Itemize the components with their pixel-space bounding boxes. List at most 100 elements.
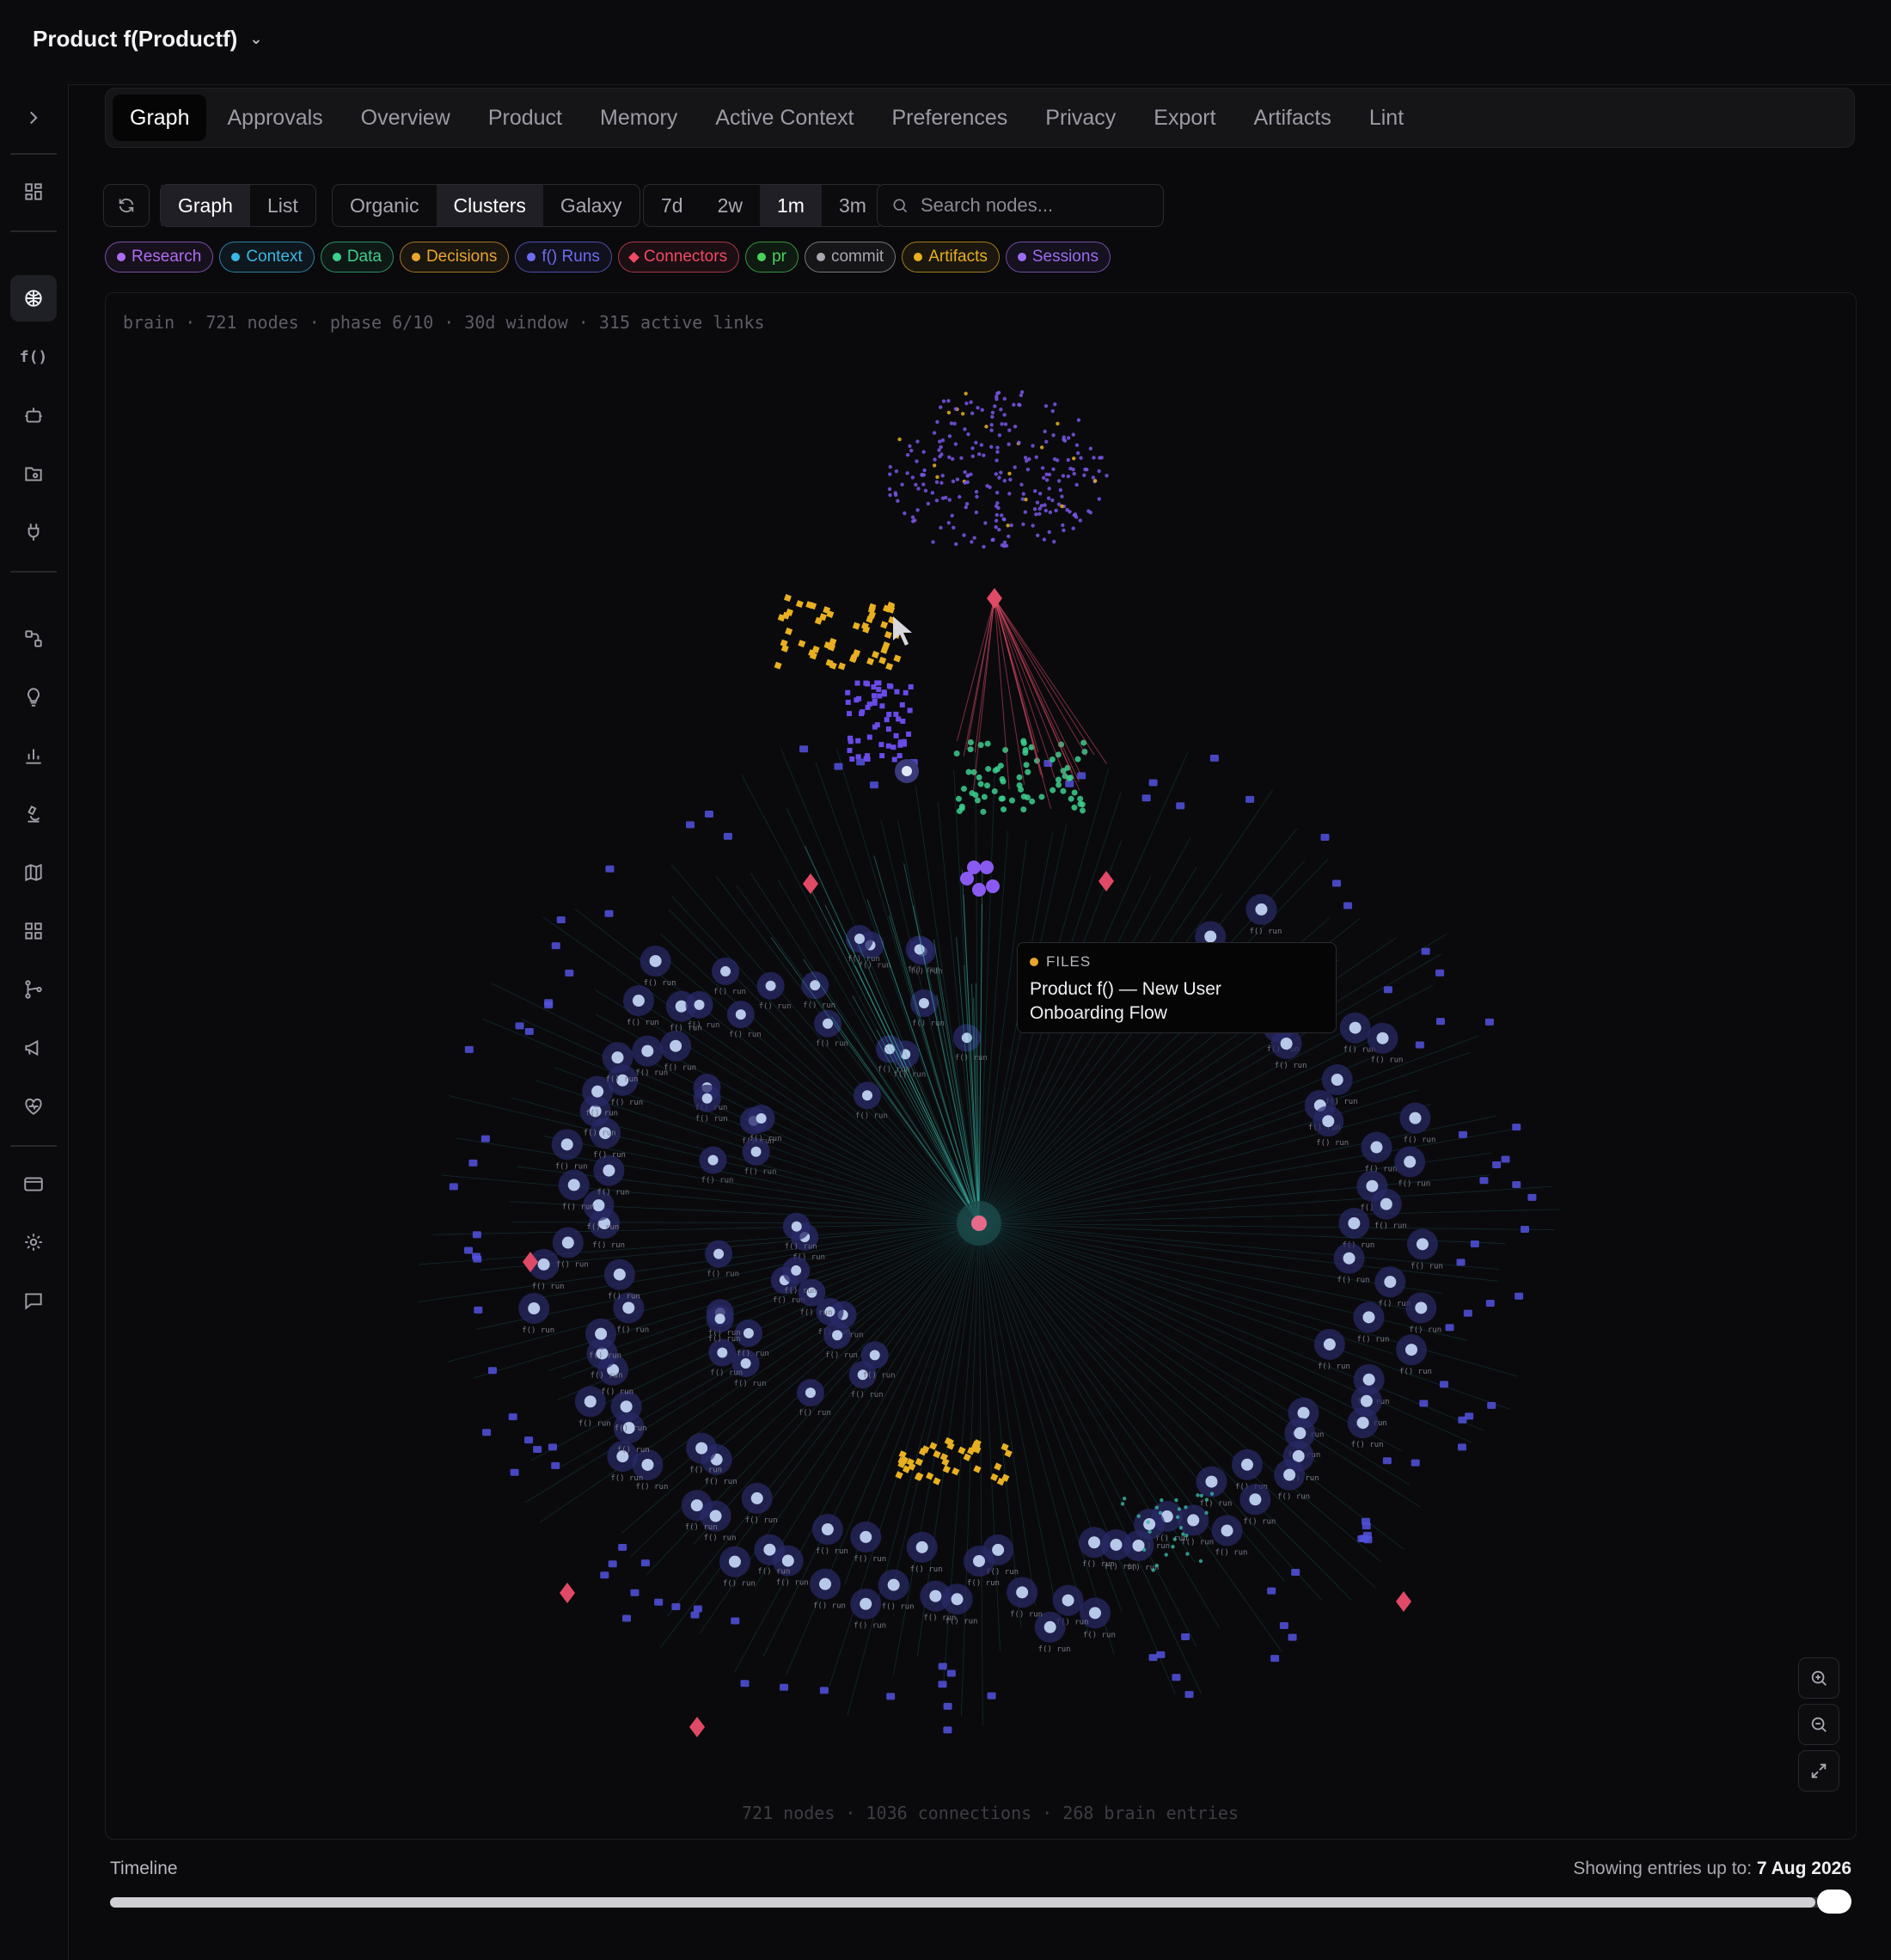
research-node [877,693,883,699]
timeline-track[interactable] [110,1897,1833,1908]
data-node [1023,762,1030,769]
outer-node [1484,1018,1494,1026]
research-point [1056,479,1062,483]
tooltip-title-line1: Product f() — New User [1030,979,1221,999]
run-node [1331,1074,1343,1087]
folder-icon[interactable] [10,450,57,497]
context-node [1147,1529,1152,1534]
outer-node [946,1669,956,1677]
run-node-label: f() run [863,1371,896,1380]
function-icon[interactable]: f() [10,334,57,380]
bot-icon[interactable] [10,392,57,438]
megaphone-icon[interactable] [10,1025,57,1071]
git-branch-icon[interactable] [10,966,57,1013]
run-node-label: f() run [627,1019,659,1027]
outer-node [548,1443,557,1451]
run-node [854,934,865,945]
context-node [1158,1510,1163,1516]
tab-privacy[interactable]: Privacy [1028,95,1133,141]
range-1m-button[interactable]: 1m [760,185,822,226]
run-node [649,954,662,967]
credit-card-icon[interactable] [10,1161,57,1207]
research-node [849,756,855,762]
tab-memory[interactable]: Memory [583,95,695,141]
zoom-in-button[interactable] [1798,1657,1839,1699]
tab-graph[interactable]: Graph [113,95,207,141]
tab-lint[interactable]: Lint [1352,95,1421,141]
map-icon[interactable] [10,849,57,896]
plug-icon[interactable] [10,509,57,555]
filter-chip-artifacts[interactable]: Artifacts [902,242,1000,273]
workspace-selector[interactable]: Product f(Productf) ⌄ [33,26,262,52]
context-node [1185,1552,1190,1556]
zoom-out-button[interactable] [1798,1704,1839,1745]
context-node [1154,1563,1159,1568]
view-list-button[interactable]: List [250,185,315,226]
tab-active-context[interactable]: Active Context [698,95,871,141]
filter-chip-context[interactable]: Context [219,242,315,273]
brain-icon[interactable] [10,275,57,322]
message-icon[interactable] [10,1277,57,1324]
data-node [1038,793,1045,800]
graph-canvas[interactable]: f() run f() run f() run f() run f() run f() r… [105,292,1857,1840]
research-point [1034,512,1038,517]
run-node [763,1543,776,1556]
run-node-label: f() run [855,1112,888,1120]
workflow-icon[interactable] [10,616,57,662]
run-node [1297,1406,1310,1419]
research-point [1039,445,1044,450]
tab-overview[interactable]: Overview [344,95,468,141]
research-point [921,482,926,487]
refresh-button[interactable] [103,184,150,227]
research-point [995,445,1000,450]
filter-chip-research[interactable]: Research [105,242,214,273]
chevron-right-icon[interactable] [10,95,57,141]
research-point [935,420,939,425]
research-point [1023,510,1028,514]
filter-chip-commit[interactable]: commit [804,242,897,273]
timeline-thumb[interactable] [1817,1890,1851,1914]
layout-clusters-button[interactable]: Clusters [436,185,543,226]
heart-pulse-icon[interactable] [10,1083,57,1130]
search-input[interactable] [919,193,1154,217]
research-node [865,681,871,687]
range-2w-button[interactable]: 2w [701,185,760,226]
layout-organic-button[interactable]: Organic [333,185,437,226]
run-node [1362,1373,1375,1386]
research-point [909,449,914,453]
apps-icon[interactable] [10,908,57,954]
gear-icon[interactable] [10,1219,57,1265]
tab-export[interactable]: Export [1136,95,1233,141]
filter-chip-sessions[interactable]: Sessions [1005,242,1111,273]
filter-chip-data[interactable]: Data [320,242,394,273]
brain-graph[interactable]: f() run f() run f() run f() run f() run f() r… [106,293,1856,1839]
range-3m-button[interactable]: 3m [822,185,884,226]
connector-edge [956,597,995,742]
layout-galaxy-button[interactable]: Galaxy [543,185,640,226]
data-node [976,774,982,781]
research-point [947,498,952,502]
tab-approvals[interactable]: Approvals [210,95,340,141]
outer-node [740,1680,750,1687]
filter-chip-decisions[interactable]: Decisions [399,242,510,273]
view-graph-button[interactable]: Graph [161,185,250,226]
grid-icon[interactable] [10,168,57,215]
microscope-icon[interactable] [10,791,57,837]
filter-chip-pr[interactable]: pr [745,242,799,273]
tab-product[interactable]: Product [471,95,579,141]
tab-preferences[interactable]: Preferences [875,95,1025,141]
lightbulb-icon[interactable] [10,674,57,720]
research-point [940,496,946,500]
range-7d-button[interactable]: 7d [644,185,701,226]
tab-artifacts[interactable]: Artifacts [1237,95,1349,141]
bar-chart-icon[interactable] [10,732,57,779]
category-dot [1030,958,1038,966]
filter-chip-label: f() Runs [542,248,600,266]
fit-view-button[interactable] [1798,1750,1839,1792]
run-node [603,1164,615,1177]
filter-chip-connectors[interactable]: Connectors [617,242,740,273]
research-point [995,450,1000,454]
function-label: f() [19,347,48,366]
run-node-label: f() run [1371,1057,1404,1065]
filter-chip-f-runs[interactable]: f() Runs [515,242,612,273]
